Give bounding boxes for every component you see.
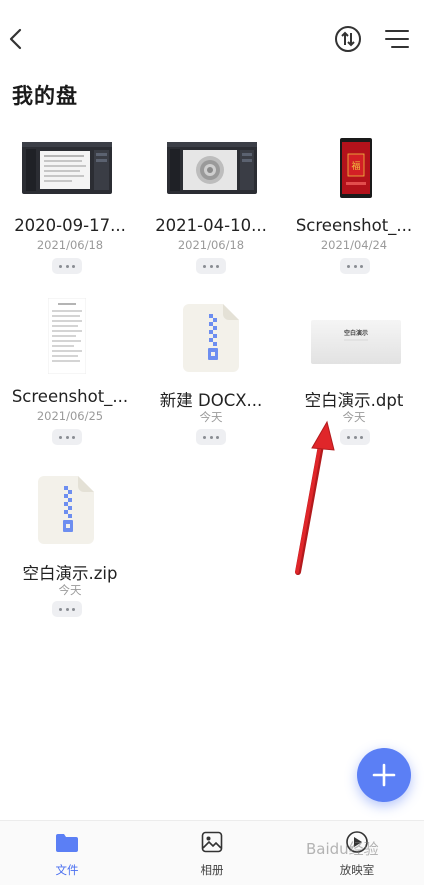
nav-item-files[interactable]: 文件 [12, 821, 122, 885]
nav-label: 相册 [200, 863, 224, 877]
nav-label: 放映室 [339, 863, 375, 877]
watermark: Baidu经验 [306, 840, 379, 858]
folder-icon [56, 834, 78, 852]
plus-icon [372, 763, 396, 787]
nav-label: 文件 [55, 863, 79, 877]
nav-item-album[interactable]: 相册 [157, 821, 267, 885]
photo-album-icon [201, 831, 223, 853]
add-button[interactable] [357, 748, 411, 802]
